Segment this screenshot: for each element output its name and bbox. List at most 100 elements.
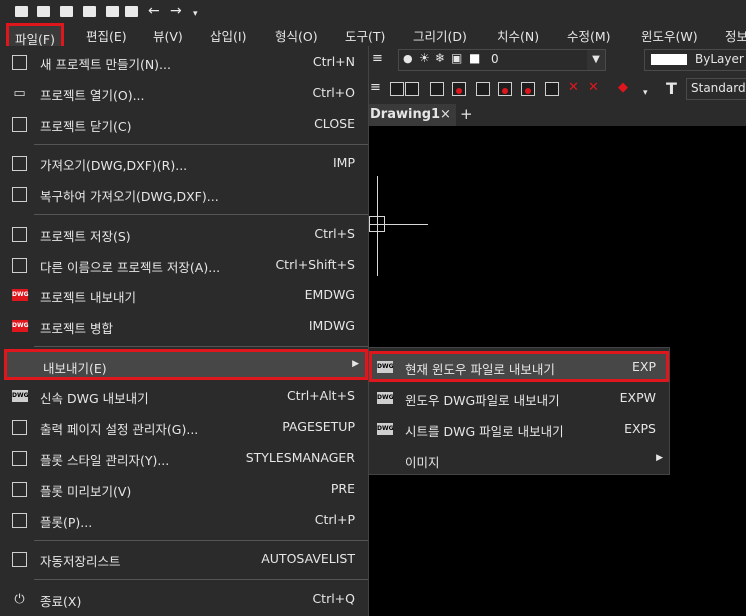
tab-label: Drawing1 — [370, 107, 441, 122]
menu-insert[interactable]: 삽입(I) — [210, 26, 246, 45]
toolbar: ≡ ● ☀ ❄ ▣ ■ 0 ▼ ByLayer ≡ ✕ ✕ ◆ ▾ T Stan… — [368, 46, 746, 104]
color-combo[interactable]: ByLayer — [644, 49, 746, 71]
menu-item-label: 플롯 스타일 관리자(Y)... — [40, 453, 170, 468]
submenu-item-export-sheet[interactable]: DWG 시트를 DWG 파일로 내보내기 EXPS — [369, 415, 669, 444]
power-icon: ⏻ — [14, 592, 25, 607]
menu-bar: 파일(F) 편집(E) 뷰(V) 삽입(I) 형식(O) 도구(T) 그리기(D… — [0, 22, 746, 53]
layers-icon[interactable]: ≡ — [372, 51, 383, 66]
menu-item-export-project[interactable]: DWG 프로젝트 내보내기 EMDWG — [4, 281, 368, 310]
layer-color-icon: ■ — [469, 51, 481, 65]
plot-preview-icon — [12, 482, 27, 497]
menu-window[interactable]: 윈도우(W) — [641, 26, 698, 45]
undo-icon[interactable]: ← — [148, 3, 160, 19]
layer-tool-3-icon[interactable] — [430, 82, 444, 96]
text-style-combo[interactable]: Standard — [686, 78, 746, 100]
menu-dimension[interactable]: 치수(N) — [497, 26, 539, 45]
menu-item-recover-import[interactable]: 복구하여 가져오기(DWG,DXF)... — [4, 180, 368, 209]
submenu-item-export-window[interactable]: DWG 윈도우 DWG파일로 내보내기 EXPW — [369, 384, 669, 413]
menu-item-import[interactable]: 가져오기(DWG,DXF)(R)... IMP — [4, 149, 368, 178]
menu-item-export[interactable]: 내보내기(E) ▶ — [4, 349, 368, 380]
redo-icon[interactable]: → — [170, 3, 182, 19]
new-icon[interactable] — [15, 6, 28, 17]
open-folder-icon: ▭ — [13, 86, 26, 101]
layer-dropdown-icon[interactable]: ▼ — [587, 50, 605, 70]
menu-item-shortcut: Ctrl+Alt+S — [286, 388, 355, 403]
layer-tool-2-icon[interactable] — [405, 82, 419, 96]
menu-modify[interactable]: 수정(M) — [567, 26, 611, 45]
layer-tool-7-icon[interactable] — [521, 82, 535, 96]
menu-tools[interactable]: 도구(T) — [345, 26, 385, 45]
menu-item-shortcut: IMDWG — [308, 318, 355, 333]
document-tab-strip: Drawing1 × + — [368, 104, 746, 126]
menu-item-shortcut: EXPS — [624, 421, 656, 436]
menu-edit[interactable]: 편집(E) — [86, 26, 127, 45]
menu-format[interactable]: 형식(O) — [275, 26, 318, 45]
menu-item-shortcut: STYLESMANAGER — [245, 450, 355, 465]
menu-separator — [34, 144, 368, 145]
menu-item-label: 프로젝트 닫기(C) — [40, 119, 132, 134]
freeze-icon: ❄ — [435, 51, 446, 65]
menu-draw[interactable]: 그리기(D) — [413, 26, 467, 45]
print-icon[interactable] — [106, 6, 119, 17]
menu-item-shortcut: EXP — [632, 359, 656, 374]
layer-tool-6-icon[interactable] — [498, 82, 512, 96]
menu-item-shortcut: Ctrl+Shift+S — [275, 257, 355, 272]
save-all-icon[interactable] — [83, 6, 96, 17]
close-doc-icon[interactable] — [125, 6, 138, 17]
layer-tool-8-icon[interactable] — [545, 82, 559, 96]
open-icon[interactable] — [37, 6, 50, 17]
layer-tool-5-icon[interactable] — [476, 82, 490, 96]
submenu-item-image[interactable]: 이미지 ▶ — [369, 446, 669, 475]
crosshair-pickbox — [369, 216, 385, 232]
add-tab-icon[interactable]: + — [460, 105, 473, 123]
menu-item-label: 종료(X) — [40, 594, 82, 609]
close-icon[interactable]: × — [440, 107, 451, 122]
menu-item-label: 내보내기(E) — [43, 361, 107, 376]
save-icon[interactable] — [60, 6, 73, 17]
dwg-export-icon: DWG — [12, 289, 29, 301]
menu-separator — [34, 579, 368, 580]
quick-dwg-icon: DWG — [12, 390, 29, 402]
qat-dropdown-icon[interactable]: ▾ — [193, 9, 198, 19]
new-file-icon — [12, 55, 27, 70]
menu-item-save-as[interactable]: 다른 이름으로 프로젝트 저장(A)... Ctrl+Shift+S — [4, 251, 368, 280]
submenu-item-export-current[interactable]: DWG 현재 윈도우 파일로 내보내기 EXP — [369, 351, 669, 382]
text-style-value: Standard — [691, 81, 746, 95]
menu-item-label: 프로젝트 병합 — [40, 321, 113, 336]
menu-item-exit[interactable]: ⏻ 종료(X) Ctrl+Q — [4, 585, 368, 614]
tab-drawing1[interactable]: Drawing1 × — [368, 104, 456, 126]
layer-tool-4-icon[interactable] — [452, 82, 466, 96]
menu-item-plot[interactable]: 플롯(P)... Ctrl+P — [4, 506, 368, 535]
menu-item-label: 출력 페이지 설정 관리자(G)... — [40, 422, 199, 437]
page-setup-icon — [12, 420, 27, 435]
row-dropdown-icon[interactable]: ▾ — [643, 88, 648, 98]
menu-item-plot-preview[interactable]: 플롯 미리보기(V) PRE — [4, 475, 368, 504]
export-submenu: DWG 현재 윈도우 파일로 내보내기 EXP DWG 윈도우 DWG파일로 내… — [368, 347, 670, 475]
menu-item-shortcut: EMDWG — [304, 287, 355, 302]
layer-combo[interactable]: ● ☀ ❄ ▣ ■ 0 ▼ — [398, 49, 606, 71]
color-swatch — [651, 54, 687, 65]
sun-icon: ☀ — [419, 51, 430, 65]
menu-separator — [34, 346, 368, 347]
dwg-sheet-icon: DWG — [377, 423, 394, 435]
menu-item-page-setup[interactable]: 출력 페이지 설정 관리자(G)... PAGESETUP — [4, 413, 368, 442]
menu-item-autosave-list[interactable]: 자동저장리스트 AUTOSAVELIST — [4, 545, 368, 574]
layer-tool-9-icon[interactable]: ✕ — [568, 80, 579, 95]
menu-info[interactable]: 정보 — [725, 26, 746, 45]
layer-tool-10-icon[interactable]: ✕ — [588, 80, 599, 95]
menu-item-plot-style-manager[interactable]: 플롯 스타일 관리자(Y)... STYLESMANAGER — [4, 444, 368, 473]
layer-state-icon[interactable]: ≡ — [370, 80, 381, 95]
menu-item-merge-project[interactable]: DWG 프로젝트 병합 IMDWG — [4, 312, 368, 341]
menu-item-label: 현재 윈도우 파일로 내보내기 — [405, 362, 555, 377]
menu-view[interactable]: 뷰(V) — [153, 26, 183, 45]
menu-item-save-project[interactable]: 프로젝트 저장(S) Ctrl+S — [4, 220, 368, 249]
text-style-icon[interactable]: T — [666, 79, 677, 98]
menu-item-quick-dwg-export[interactable]: DWG 신속 DWG 내보내기 Ctrl+Alt+S — [4, 382, 368, 411]
quick-access-toolbar: ← → ▾ — [0, 0, 746, 22]
menu-item-open-project[interactable]: ▭ 프로젝트 열기(O)... Ctrl+O — [4, 79, 368, 108]
menu-item-new-project[interactable]: 새 프로젝트 만들기(N)... Ctrl+N — [4, 48, 368, 77]
menu-item-close-project[interactable]: 프로젝트 닫기(C) CLOSE — [4, 110, 368, 139]
layer-tool-11-icon[interactable]: ◆ — [618, 80, 628, 95]
layer-tool-1-icon[interactable] — [390, 82, 404, 96]
menu-item-label: 프로젝트 열기(O)... — [40, 88, 145, 103]
